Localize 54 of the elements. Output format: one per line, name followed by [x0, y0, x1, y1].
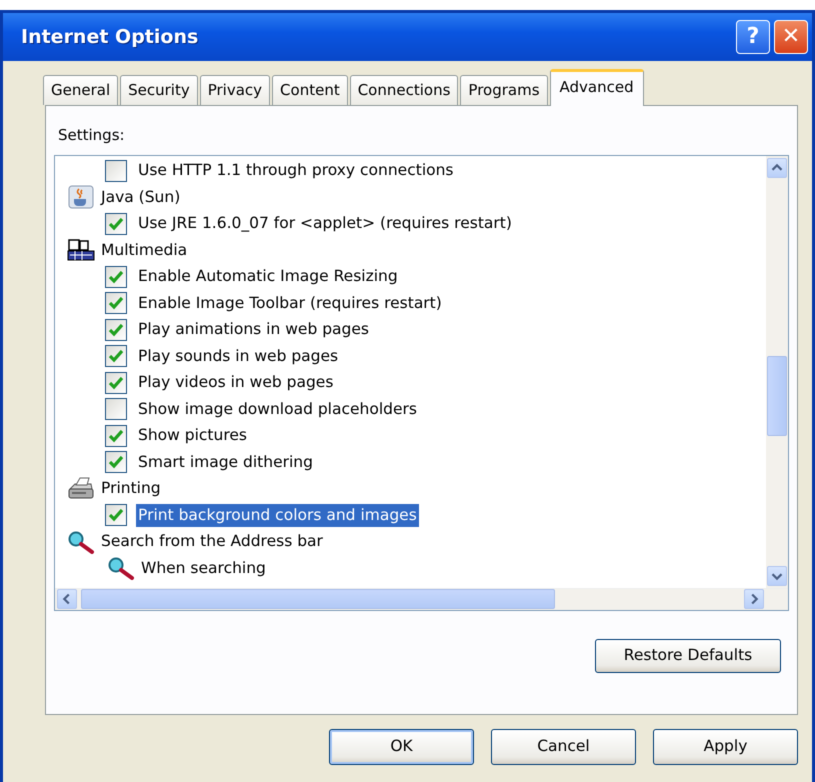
checkbox[interactable] [105, 266, 127, 288]
scroll-down-icon[interactable] [767, 566, 787, 586]
tab[interactable]: Programs [460, 74, 548, 105]
setting-option[interactable]: Print background colors and images [136, 504, 419, 527]
setting-category[interactable]: Multimedia [99, 238, 190, 262]
scroll-thumb[interactable] [767, 356, 787, 436]
setting-category[interactable]: Search from the Address bar [99, 530, 325, 554]
tab[interactable]: Privacy [200, 74, 270, 105]
checkbox[interactable] [105, 398, 127, 420]
setting-option[interactable]: Smart image dithering [136, 450, 315, 474]
setting-option[interactable]: Use JRE 1.6.0_07 for <applet> (requires restart) [136, 212, 514, 236]
checkbox[interactable] [105, 504, 127, 526]
horizontal-scrollbar[interactable] [55, 588, 788, 610]
checkbox[interactable] [105, 345, 127, 368]
tab[interactable]: Security [120, 74, 198, 105]
dialog-button[interactable]: Cancel [491, 729, 636, 765]
setting-option[interactable]: Enable Image Toolbar (requires restart) [136, 292, 444, 315]
setting-option[interactable]: Play animations in web pages [136, 318, 371, 342]
restore-defaults-button[interactable]: Restore Defaults [595, 638, 781, 672]
setting-category[interactable]: When searching [139, 556, 268, 580]
checkbox[interactable] [105, 451, 127, 474]
java-cup-icon [67, 185, 95, 210]
tab[interactable]: General [43, 74, 118, 105]
help-button[interactable]: ? [736, 20, 770, 54]
setting-option[interactable]: Enable Automatic Image Resizing [136, 265, 400, 288]
setting-category[interactable]: Printing [99, 477, 163, 500]
setting-category[interactable]: Java (Sun) [99, 186, 182, 209]
dialog-button[interactable]: Apply [653, 729, 798, 765]
checkbox[interactable] [105, 160, 127, 182]
setting-option[interactable]: Play videos in web pages [136, 371, 336, 394]
checkbox[interactable] [105, 212, 127, 235]
scroll-up-icon[interactable] [767, 158, 787, 178]
tab[interactable]: Content [272, 74, 348, 105]
setting-option[interactable]: Play sounds in web pages [136, 344, 340, 368]
multimedia-icon [67, 238, 95, 262]
setting-option[interactable]: Use HTTP 1.1 through proxy connections [136, 159, 456, 182]
scroll-right-icon[interactable] [744, 589, 764, 609]
search-icon [107, 556, 135, 580]
dialog-button[interactable]: OK [329, 729, 474, 765]
checkbox[interactable] [105, 372, 127, 394]
scroll-left-icon[interactable] [57, 589, 77, 609]
setting-option[interactable]: Show image download placeholders [136, 398, 419, 421]
tab[interactable]: Connections [350, 74, 458, 105]
printer-icon [67, 476, 95, 501]
tab[interactable]: Advanced [550, 68, 644, 106]
scroll-thumb[interactable] [81, 589, 555, 609]
checkbox[interactable] [105, 424, 127, 447]
setting-option[interactable]: Show pictures [136, 424, 249, 448]
search-icon [67, 530, 95, 554]
settings-label: Settings: [58, 125, 126, 146]
vertical-scrollbar[interactable] [766, 156, 788, 588]
checkbox[interactable] [105, 318, 127, 341]
checkbox[interactable] [105, 292, 127, 314]
window-title: Internet Options [21, 24, 200, 50]
